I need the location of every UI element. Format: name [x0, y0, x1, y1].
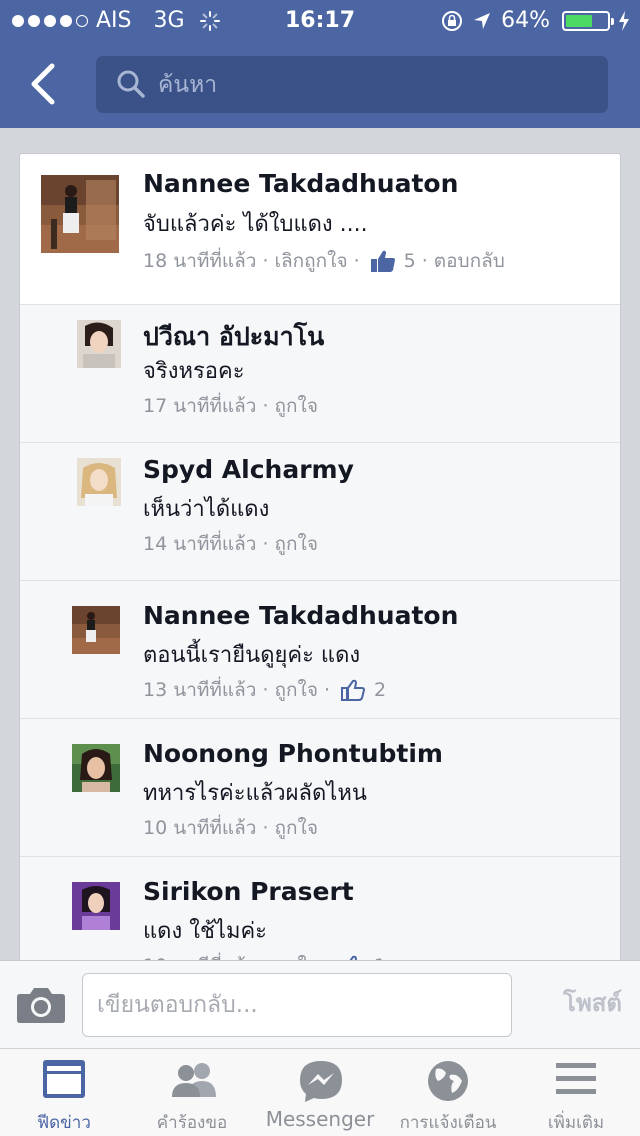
- tab-label: คำร้องขอ: [156, 1113, 228, 1133]
- comment-item: Sirikon Prasert แดง ใช้ไมค่ะ 10 นาทีที่แ…: [20, 856, 620, 961]
- comment-author[interactable]: ปวีณา อัปะมาโน: [143, 317, 324, 357]
- comment-author[interactable]: Sirikon Prasert: [143, 877, 354, 906]
- comment-time: 10 นาทีที่แล้ว: [143, 817, 257, 839]
- comments-card: Nannee Takdadhuaton จับแล้วค่ะ ได้ใบแดง …: [19, 153, 621, 961]
- like-button[interactable]: ถูกใจ: [275, 813, 318, 843]
- comment-author[interactable]: Noonong Phontubtim: [143, 739, 443, 768]
- tab-label: Messenger: [265, 1107, 375, 1131]
- comment-time: 14 นาทีที่แล้ว: [143, 533, 257, 555]
- top-navigation-bar: AIS 3G 16:17 64%: [0, 0, 640, 128]
- avatar[interactable]: [41, 175, 119, 253]
- comment-text: แดง ใช้ไมค่ะ: [143, 919, 267, 944]
- avatar[interactable]: [72, 744, 120, 792]
- like-button[interactable]: ถูกใจ: [275, 529, 318, 559]
- status-right: 64%: [441, 8, 630, 33]
- rotation-lock-icon: [442, 10, 463, 31]
- thumbs-up-outline-icon: [341, 679, 366, 701]
- camera-icon[interactable]: [16, 986, 66, 1024]
- tab-more[interactable]: เพิ่มเติม: [512, 1049, 640, 1136]
- post-text: จับแล้วค่ะ ได้ใบแดง ....: [143, 212, 368, 237]
- comment-meta: 13 นาทีที่แล้ว · ถูกใจ · 2: [143, 675, 386, 705]
- tab-bar: ฟีดข่าว คำร้องขอ Messenger การแจ้งเตือน: [0, 1048, 640, 1136]
- news-feed-icon: [43, 1060, 85, 1098]
- unlike-button[interactable]: เลิกถูกใจ: [275, 246, 348, 276]
- comment-meta: 10 นาทีที่แล้ว · ถูกใจ: [143, 813, 318, 843]
- comment-meta: 17 นาทีที่แล้ว · ถูกใจ: [143, 391, 318, 421]
- globe-icon: [428, 1061, 468, 1101]
- post-author[interactable]: Nannee Takdadhuaton: [143, 169, 458, 198]
- post-time: 18 นาทีที่แล้ว: [143, 250, 257, 272]
- like-button[interactable]: ถูกใจ: [275, 675, 318, 705]
- comment-text: ตอนนี้เรายืนดูยุค่ะ แดง: [143, 643, 361, 668]
- comment-item: ปวีณา อัปะมาโน จริงหรอคะ 17 นาทีที่แล้ว …: [20, 304, 620, 442]
- battery-icon: [562, 10, 614, 31]
- tab-label: เพิ่มเติม: [547, 1113, 605, 1133]
- tab-messenger[interactable]: Messenger: [256, 1049, 384, 1136]
- thumbs-up-icon: [370, 250, 395, 272]
- comment-item: Nannee Takdadhuaton ตอนนี้เรายืนดูยุค่ะ …: [20, 580, 620, 718]
- reply-input[interactable]: [82, 973, 512, 1037]
- tab-label: การแจ้งเตือน: [399, 1113, 497, 1133]
- post-button[interactable]: โพสต์: [563, 983, 622, 1022]
- comment-author[interactable]: Spyd Alcharmy: [143, 455, 354, 484]
- chevron-left-icon[interactable]: [24, 60, 64, 108]
- tab-notifications[interactable]: การแจ้งเตือน: [384, 1049, 512, 1136]
- search-icon: [117, 70, 145, 98]
- original-post: Nannee Takdadhuaton จับแล้วค่ะ ได้ใบแดง …: [20, 154, 620, 304]
- battery-percent: 64%: [501, 8, 550, 33]
- comment-meta: 14 นาทีที่แล้ว · ถูกใจ: [143, 529, 318, 559]
- battery-level: [566, 14, 592, 27]
- like-button[interactable]: ถูกใจ: [275, 391, 318, 421]
- status-bar: AIS 3G 16:17 64%: [0, 0, 640, 40]
- comment-text: จริงหรอคะ: [143, 359, 245, 384]
- post-meta: 18 นาทีที่แล้ว · เลิกถูกใจ · 5 · ตอบกลับ: [143, 246, 505, 276]
- friend-requests-icon: [172, 1063, 216, 1097]
- messenger-icon: [300, 1061, 342, 1102]
- like-count[interactable]: 5: [404, 250, 416, 272]
- comment-time: 13 นาทีที่แล้ว: [143, 679, 257, 701]
- avatar[interactable]: [77, 458, 121, 506]
- comment-text: เห็นว่าได้แดง: [143, 497, 270, 522]
- reply-button[interactable]: ตอบกลับ: [434, 246, 505, 276]
- tab-friend-requests[interactable]: คำร้องขอ: [128, 1049, 256, 1136]
- avatar[interactable]: [77, 320, 121, 368]
- like-count[interactable]: 2: [374, 679, 386, 701]
- charging-bolt-icon: [619, 10, 629, 31]
- comment-item: Noonong Phontubtim ทหารไรค่ะแล้วผลัดไหน …: [20, 718, 620, 856]
- comment-time: 17 นาทีที่แล้ว: [143, 395, 257, 417]
- comment-text: ทหารไรค่ะแล้วผลัดไหน: [143, 781, 367, 806]
- tab-news-feed[interactable]: ฟีดข่าว: [0, 1049, 128, 1136]
- location-arrow-icon: [474, 12, 491, 29]
- search-bar[interactable]: [96, 56, 608, 113]
- avatar[interactable]: [72, 606, 120, 654]
- search-input[interactable]: [158, 56, 588, 113]
- reply-compose-bar: โพสต์: [0, 960, 640, 1048]
- menu-icon: [556, 1063, 596, 1094]
- comment-author[interactable]: Nannee Takdadhuaton: [143, 601, 458, 630]
- comment-item: Spyd Alcharmy เห็นว่าได้แดง 14 นาทีที่แล…: [20, 442, 620, 580]
- avatar[interactable]: [72, 882, 120, 930]
- tab-label: ฟีดข่าว: [37, 1113, 91, 1133]
